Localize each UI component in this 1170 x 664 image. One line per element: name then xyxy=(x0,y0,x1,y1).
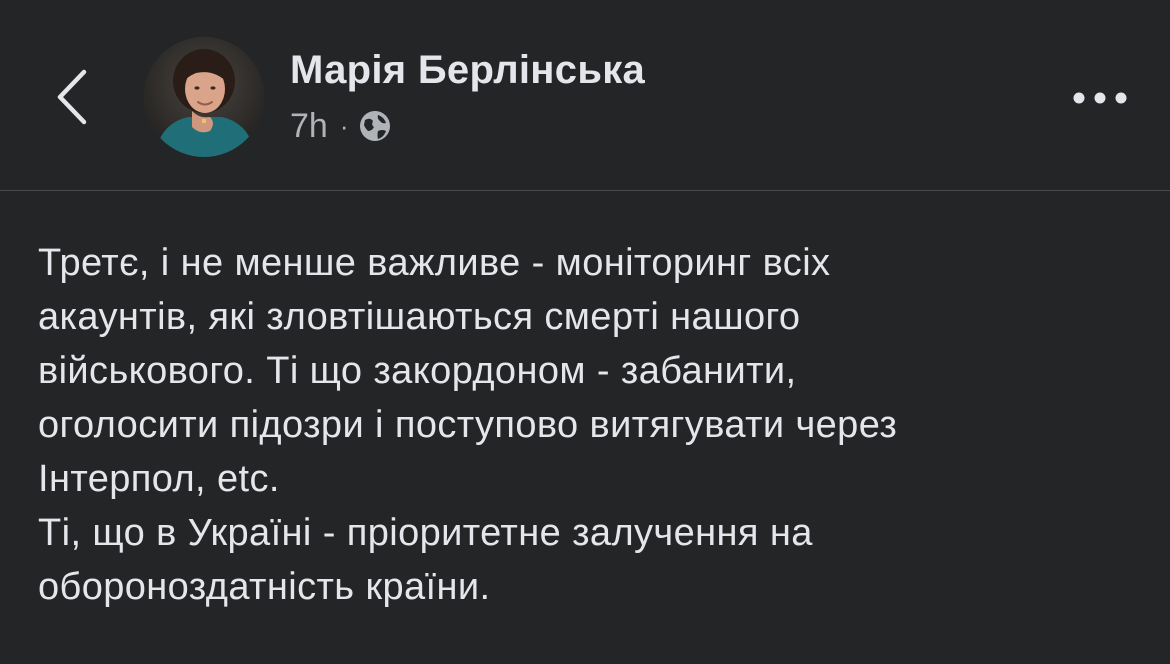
post-text-line: оголосити підозри і поступово витягувати… xyxy=(38,404,898,446)
author-photo xyxy=(144,37,264,157)
globe-icon[interactable] xyxy=(358,109,392,143)
more-horizontal-icon xyxy=(1073,92,1127,104)
post-text-line: Ті, що в Україні - пріоритетне залучення… xyxy=(38,512,813,554)
header-divider xyxy=(0,190,1170,191)
post-text-line: акаунтів, які зловтішаються смерті нашог… xyxy=(38,296,801,338)
post-timestamp[interactable]: 7h xyxy=(290,107,328,146)
chevron-left-icon xyxy=(57,69,87,125)
more-options-button[interactable] xyxy=(1064,78,1136,118)
post-text-line: обороноздатність країни. xyxy=(38,566,491,608)
post-header: Марія Берлінська 7h · xyxy=(0,0,1170,190)
back-button[interactable] xyxy=(44,62,100,132)
post-text: Третє, і не менше важливе - моніторинг в… xyxy=(38,236,1148,614)
meta-separator: · xyxy=(339,111,349,141)
avatar[interactable] xyxy=(144,37,264,157)
author-name[interactable]: Марія Берлінська xyxy=(290,48,645,93)
post-meta: 7h · xyxy=(290,106,392,146)
post-text-line: Інтерпол, etc. xyxy=(38,458,280,500)
post-text-line: військового. Ті що закордоном - забанити… xyxy=(38,350,797,392)
post-text-line: Третє, і не менше важливе - моніторинг в… xyxy=(38,242,831,284)
post-screen: Марія Берлінська 7h · Третє, і не менше … xyxy=(0,0,1170,664)
